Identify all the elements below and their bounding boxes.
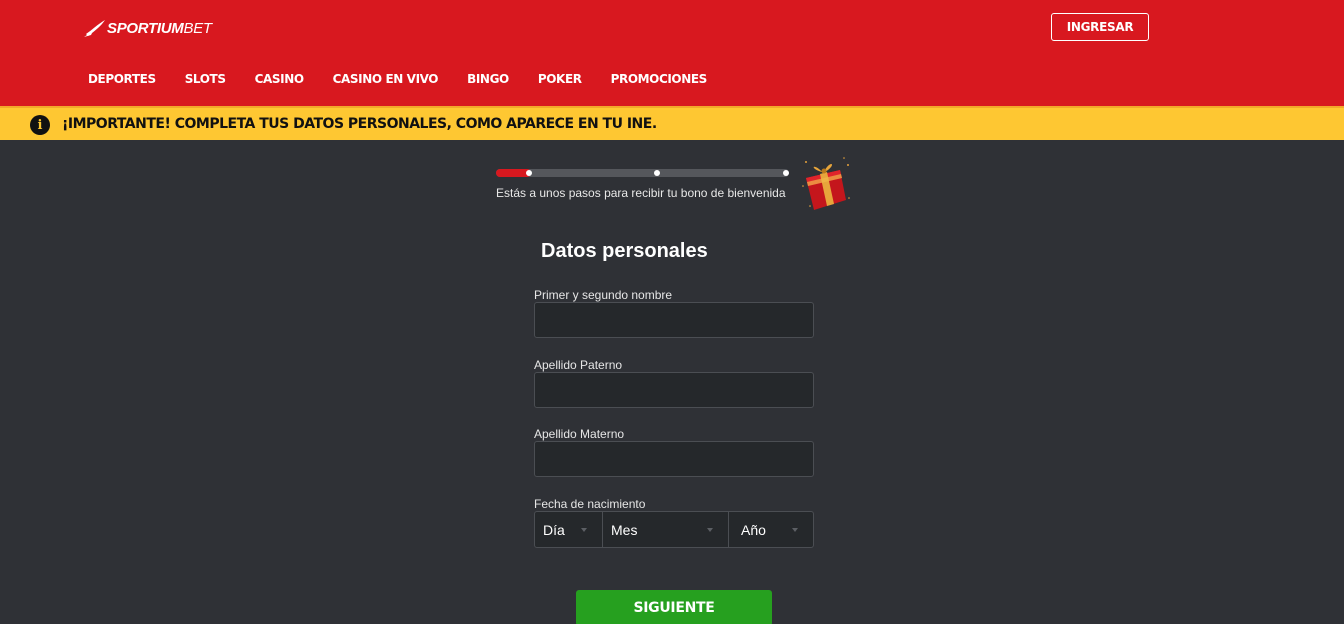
logo-text-suffix: BET (183, 19, 213, 37)
birthdate-label: Fecha de nacimiento (534, 497, 646, 511)
progress-step-dot (654, 170, 660, 176)
notice-text: ¡IMPORTANTE! COMPLETA TUS DATOS PERSONAL… (62, 116, 657, 132)
nav-item-bingo[interactable]: BINGO (467, 70, 509, 88)
chevron-down-icon (707, 528, 713, 532)
next-button[interactable]: SIGUIENTE (576, 590, 772, 624)
progress-step-dot (783, 170, 789, 176)
chevron-down-icon (792, 528, 798, 532)
progress-step-dot (526, 170, 532, 176)
main-nav: DEPORTES SLOTS CASINO CASINO EN VIVO BIN… (88, 70, 736, 88)
important-notice-bar: i ¡IMPORTANTE! COMPLETA TUS DATOS PERSON… (0, 106, 1344, 140)
year-select-value: Año (741, 521, 766, 538)
nav-item-casino[interactable]: CASINO (255, 70, 304, 88)
year-select[interactable]: Año (728, 512, 813, 547)
login-button[interactable]: INGRESAR (1051, 13, 1149, 41)
maternal-surname-label: Apellido Materno (534, 427, 625, 441)
day-select[interactable]: Día (535, 512, 602, 547)
paternal-surname-label: Apellido Paterno (534, 358, 623, 372)
nav-item-slots[interactable]: SLOTS (185, 70, 226, 88)
birthdate-selects: Día Mes Año (534, 511, 814, 548)
nav-item-deportes[interactable]: DEPORTES (88, 70, 156, 88)
month-select-value: Mes (611, 521, 638, 538)
gift-icon (802, 157, 850, 210)
logo-text-main: SPORTIUM (107, 19, 184, 37)
form-title: Datos personales (541, 240, 708, 262)
nav-item-promociones[interactable]: PROMOCIONES (611, 70, 708, 88)
day-select-value: Día (543, 521, 565, 538)
logo-swoosh-icon (84, 20, 105, 37)
sportiumbet-logo[interactable]: SPORTIUMBET (84, 15, 212, 41)
maternal-surname-input[interactable] (534, 441, 814, 477)
registration-progress-bar (496, 169, 789, 177)
site-header: SPORTIUMBET INGRESAR DEPORTES SLOTS CASI… (0, 0, 1344, 106)
progress-message: Estás a unos pasos para recibir tu bono … (496, 186, 786, 200)
first-name-label: Primer y segundo nombre (534, 288, 673, 302)
info-icon: i (30, 115, 50, 135)
paternal-surname-input[interactable] (534, 372, 814, 408)
first-name-input[interactable] (534, 302, 814, 338)
nav-item-casino-en-vivo[interactable]: CASINO EN VIVO (333, 70, 439, 88)
chevron-down-icon (581, 528, 587, 532)
month-select[interactable]: Mes (602, 512, 728, 547)
nav-item-poker[interactable]: POKER (538, 70, 582, 88)
